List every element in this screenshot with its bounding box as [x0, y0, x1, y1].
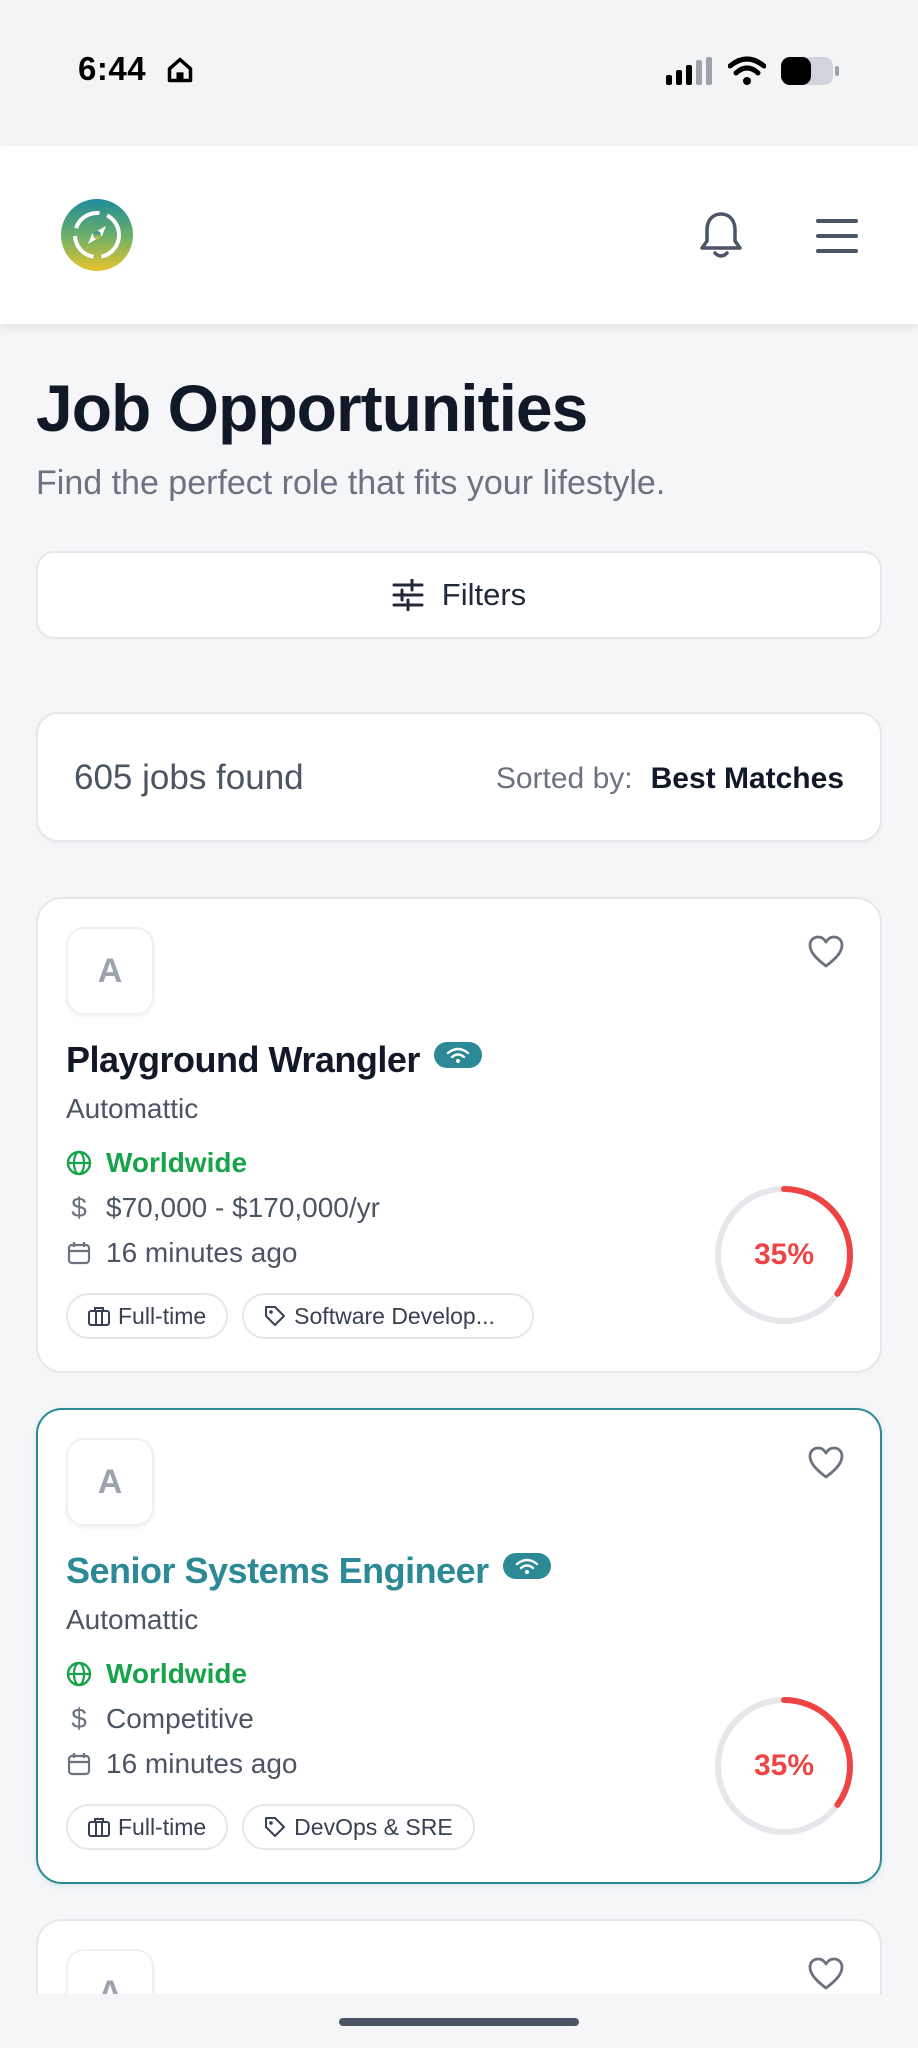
- remote-badge: [502, 1553, 551, 1579]
- filters-button[interactable]: Filters: [36, 551, 882, 639]
- results-count: 605 jobs found: [74, 758, 304, 797]
- wifi-icon: [728, 56, 766, 85]
- page-title: Job Opportunities: [36, 371, 588, 445]
- tag-category[interactable]: Software Develop...: [242, 1293, 535, 1339]
- salary-row: $ $70,000 - $170,000/yr: [66, 1192, 380, 1224]
- app-logo[interactable]: [60, 198, 134, 272]
- battery-icon: [781, 57, 839, 85]
- company-name: Automattic: [66, 1093, 199, 1124]
- company-logo: A: [66, 1438, 154, 1526]
- job-title-row: Senior Systems Engineer: [66, 1550, 551, 1592]
- status-bar: 6:44: [0, 0, 918, 146]
- bell-icon[interactable]: [698, 210, 744, 260]
- globe-icon: [66, 1150, 92, 1176]
- job-title[interactable]: Playground Wrangler: [66, 1039, 420, 1081]
- match-score: 35%: [753, 1749, 815, 1782]
- tag-category[interactable]: DevOps & SRE: [242, 1804, 475, 1850]
- tag-icon: [265, 1306, 286, 1326]
- sort-label: Sorted by:: [495, 762, 633, 795]
- calendar-icon: [66, 1751, 92, 1777]
- job-title[interactable]: Senior Systems Engineer: [66, 1550, 489, 1592]
- job-location: Worldwide: [106, 1147, 248, 1178]
- home-indicator[interactable]: [339, 2018, 579, 2026]
- company-name: Automattic: [66, 1604, 199, 1635]
- wifi-icon: [515, 1558, 538, 1574]
- job-salary: $70,000 - $170,000/yr: [106, 1192, 380, 1223]
- job-tags: Full-time Software Develop...: [66, 1293, 535, 1339]
- location-row: Worldwide: [66, 1147, 247, 1179]
- wifi-icon: [446, 1047, 470, 1063]
- job-card[interactable]: A Senior Systems Engineer Automattic Wor…: [36, 1408, 882, 1884]
- status-time: 6:44: [78, 50, 147, 87]
- job-posted: 16 minutes ago: [106, 1748, 298, 1779]
- home-status-icon: [167, 57, 193, 83]
- results-bar: 605 jobs found Sorted by: Best Matches: [36, 712, 882, 842]
- heart-icon[interactable]: [808, 1446, 844, 1480]
- job-title-row: Playground Wrangler: [66, 1039, 482, 1081]
- filters-label: Filters: [441, 577, 527, 612]
- location-row: Worldwide: [66, 1658, 247, 1690]
- company-logo: A: [66, 927, 154, 1015]
- tag-label: Software Develop...: [294, 1302, 495, 1329]
- app-header: [0, 146, 918, 324]
- match-score: 35%: [753, 1238, 815, 1271]
- job-card[interactable]: A Playground Wrangler Automattic Worldwi…: [36, 897, 882, 1373]
- signal-icon: [666, 57, 712, 85]
- status-icons: [666, 56, 840, 86]
- job-tags: Full-time DevOps & SRE: [66, 1804, 475, 1850]
- posted-row: 16 minutes ago: [66, 1748, 297, 1780]
- job-posted: 16 minutes ago: [106, 1237, 298, 1268]
- dollar-icon: $: [71, 1192, 87, 1223]
- briefcase-icon: [88, 1307, 110, 1326]
- tag-label: Full-time: [118, 1302, 207, 1329]
- tag-label: DevOps & SRE: [294, 1813, 453, 1840]
- tag-employment-type[interactable]: Full-time: [66, 1293, 229, 1339]
- remote-badge: [433, 1042, 482, 1068]
- heart-icon[interactable]: [808, 935, 844, 969]
- sort-selector[interactable]: Sorted by: Best Matches: [496, 762, 844, 796]
- tag-label: Full-time: [118, 1813, 207, 1840]
- sort-value[interactable]: Best Matches: [651, 762, 844, 796]
- dollar-icon: $: [71, 1703, 87, 1734]
- page-subtitle: Find the perfect role that fits your lif…: [36, 464, 666, 502]
- tag-icon: [265, 1817, 286, 1837]
- heart-icon[interactable]: [808, 1957, 844, 1991]
- job-salary: Competitive: [106, 1703, 254, 1734]
- globe-icon: [66, 1661, 92, 1687]
- tag-employment-type[interactable]: Full-time: [66, 1804, 229, 1850]
- job-location: Worldwide: [106, 1658, 248, 1689]
- salary-row: $ Competitive: [66, 1703, 254, 1735]
- sliders-icon: [392, 579, 424, 611]
- calendar-icon: [66, 1240, 92, 1266]
- posted-row: 16 minutes ago: [66, 1237, 297, 1269]
- hamburger-menu-icon[interactable]: [814, 216, 860, 256]
- briefcase-icon: [88, 1818, 110, 1837]
